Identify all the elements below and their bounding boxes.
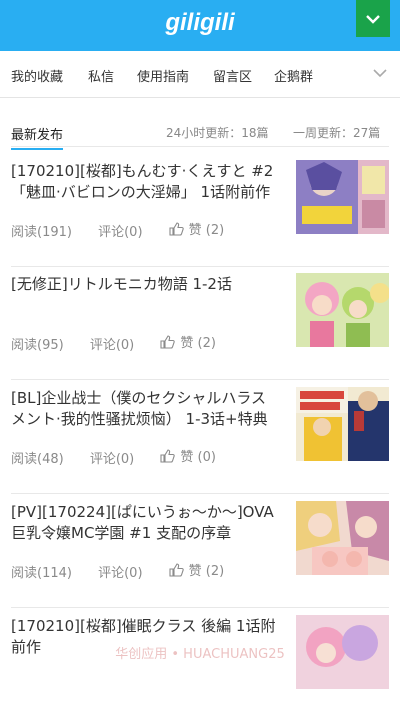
article-meta: 阅读(191) 评论(0) 赞 (2) [11, 219, 268, 240]
nav-item-message-board[interactable]: 留言区 [213, 66, 252, 85]
like-count: 赞 (2) [180, 336, 216, 351]
like-count: 赞 (2) [188, 223, 225, 238]
nav-item-favorites[interactable]: 我的收藏 [11, 66, 63, 85]
thumbnail-image [296, 160, 389, 234]
like-count: 赞 (2) [188, 564, 225, 579]
read-count: 阅读(114) [11, 565, 72, 581]
watermark: 华创应用 • HUACHUANG25 [115, 647, 285, 662]
article-meta: 阅读(48) 评论(0) 赞 (0) [11, 446, 260, 467]
article-title[interactable]: [BL]企业战士（僕のセクシャルハラスメント·我的性骚扰烦恼） 1-3话+特典 [11, 388, 281, 430]
comment-count: 评论(0) [98, 565, 143, 581]
article-thumbnail[interactable] [296, 387, 389, 461]
like-button[interactable]: 赞 (2) [169, 560, 247, 579]
comment-count: 评论(0) [89, 337, 135, 353]
stat-24h: 24小时更新：18篇 [166, 126, 269, 140]
nav-item-qq-group[interactable]: 企鹅群 [274, 66, 313, 85]
nav-item-messages[interactable]: 私信 [88, 66, 114, 85]
like-button[interactable]: 赞 (2) [169, 219, 247, 238]
list-item[interactable]: [无修正]リトルモニカ物語 1-2话 阅读(95) 评论(0) 赞 (2) [11, 267, 389, 380]
thumbnail-image [296, 387, 389, 461]
article-thumbnail[interactable] [296, 501, 389, 575]
app-header: giligili [0, 0, 400, 51]
list-item[interactable]: [PV][170224][ぱにいうぉ～か～]OVA 巨乳令嬢MC学園 #1 支配… [11, 495, 389, 608]
list-item[interactable]: [BL]企业战士（僕のセクシャルハラスメント·我的性骚扰烦恼） 1-3话+特典 … [11, 381, 389, 494]
read-count: 阅读(48) [11, 451, 64, 467]
article-thumbnail[interactable] [296, 160, 389, 234]
section-title[interactable]: 最新发布 [11, 124, 64, 150]
thumbs-up-icon [160, 448, 176, 463]
thumbnail-image [296, 273, 389, 347]
article-title[interactable]: [无修正]リトルモニカ物語 1-2话 [11, 274, 281, 316]
stat-week: 一周更新：27篇 [293, 126, 381, 140]
menu-toggle-button[interactable] [356, 0, 390, 37]
site-logo[interactable]: giligili [0, 9, 400, 37]
section-header: 最新发布 24小时更新：18篇 一周更新：27篇 [11, 124, 389, 150]
read-count: 阅读(191) [11, 224, 72, 240]
article-meta: 阅读(95) 评论(0) 赞 (2) [11, 332, 260, 353]
article-meta: 阅读(114) 评论(0) 赞 (2) [11, 560, 268, 581]
like-button[interactable]: 赞 (2) [160, 332, 238, 351]
nav-item-guide[interactable]: 使用指南 [137, 66, 189, 85]
chevron-down-icon[interactable] [372, 65, 388, 81]
top-nav: 我的收藏 私信 使用指南 留言区 企鹅群 [0, 51, 400, 98]
list-item[interactable]: [170210][桜都]もんむす·くえすと #2「魅皿·バビロンの大淫婦」 1话… [11, 154, 389, 267]
chevron-down-icon [366, 14, 380, 24]
like-count: 赞 (0) [180, 450, 216, 465]
thumbs-up-icon [160, 334, 176, 349]
read-count: 阅读(95) [11, 337, 64, 353]
article-thumbnail[interactable] [296, 273, 389, 347]
comment-count: 评论(0) [98, 224, 143, 240]
thumbs-up-icon [169, 562, 184, 577]
article-title[interactable]: [PV][170224][ぱにいうぉ～か～]OVA 巨乳令嬢MC学園 #1 支配… [11, 502, 281, 544]
thumbnail-image [296, 501, 389, 575]
like-button[interactable]: 赞 (0) [160, 446, 238, 465]
comment-count: 评论(0) [89, 451, 135, 467]
article-title[interactable]: [170210][桜都]もんむす·くえすと #2「魅皿·バビロンの大淫婦」 1话… [11, 161, 281, 203]
thumbs-up-icon [169, 221, 184, 236]
